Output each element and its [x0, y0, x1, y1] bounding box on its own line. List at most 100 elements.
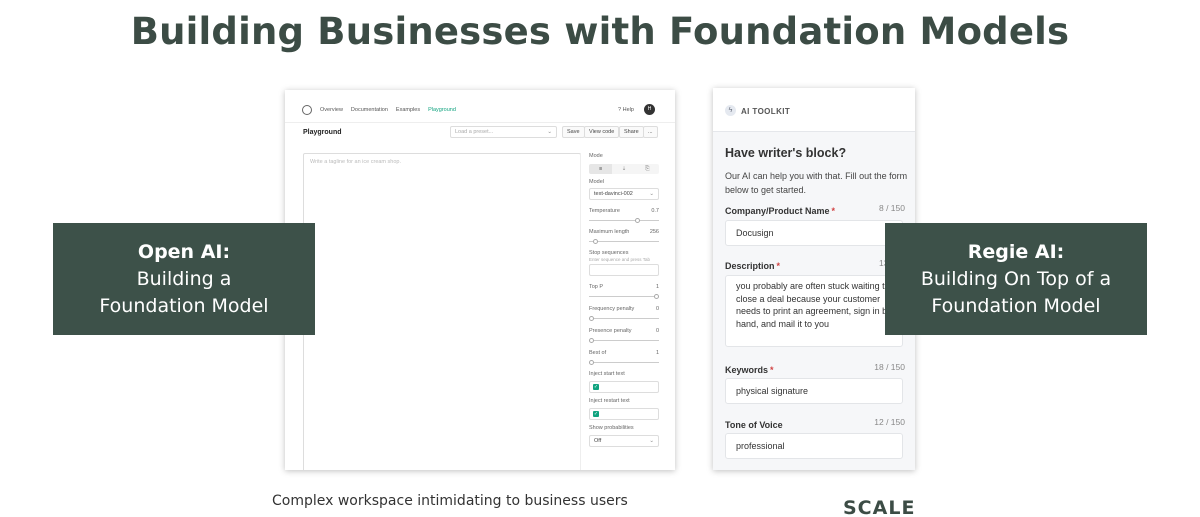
settings-sidebar: Mode ≡ ⇣ ⎘ Model text-davinci-002 ⌄ Temp…	[587, 153, 675, 470]
company-label: Company/Product Name *	[725, 206, 835, 216]
temperature-label: Temperature	[589, 208, 620, 214]
top-p-label: Top P	[589, 284, 604, 290]
slider-knob[interactable]	[592, 239, 598, 244]
keywords-input[interactable]: physical signature	[725, 378, 903, 404]
view-code-button[interactable]: View code	[584, 126, 620, 138]
required-marker: *	[770, 365, 774, 375]
temperature-value: 0.7	[651, 208, 659, 214]
help-link[interactable]: ? Help	[618, 107, 634, 113]
regie-callout-heading: Regie AI:	[967, 241, 1065, 263]
chevron-down-icon: ⌄	[649, 191, 654, 197]
nav-overview[interactable]: Overview	[320, 107, 343, 113]
openai-callout: Open AI: Building a Foundation Model	[53, 223, 315, 335]
chevron-down-icon: ⌄	[547, 129, 552, 135]
nav-links: Overview Documentation Examples Playgrou…	[320, 107, 456, 113]
temperature-slider[interactable]	[589, 218, 659, 223]
show-probabilities-select[interactable]: Off ⌄	[589, 435, 659, 447]
model-label: Model	[589, 179, 604, 185]
openai-callout-line2: Foundation Model	[99, 295, 269, 317]
best-of-slider[interactable]	[589, 360, 659, 365]
best-of-label: Best of	[589, 350, 607, 356]
complete-mode-icon[interactable]: ≡	[589, 164, 613, 174]
top-p-slider[interactable]	[589, 294, 659, 299]
model-select[interactable]: text-davinci-002 ⌄	[589, 188, 659, 200]
form-heading: Have writer's block?	[725, 146, 847, 160]
tone-label: Tone of Voice	[725, 420, 785, 430]
chevron-down-icon: ⌄	[649, 438, 654, 444]
inject-restart-input[interactable]: ✓	[589, 408, 659, 420]
keywords-label-text: Keywords	[725, 365, 769, 375]
form-subtitle: Our AI can help you with that. Fill out …	[725, 171, 908, 195]
more-button[interactable]: ...	[643, 126, 658, 138]
description-textarea[interactable]: you probably are often stuck waiting to …	[725, 275, 903, 347]
max-length-value: 256	[649, 229, 659, 235]
preset-placeholder: Load a preset...	[455, 129, 494, 135]
slider-knob[interactable]	[634, 218, 640, 223]
tone-label-text: Tone of Voice	[725, 420, 783, 430]
frequency-penalty-slider[interactable]	[589, 316, 659, 321]
max-length-label: Maximum length	[589, 229, 630, 235]
help-label: Help	[622, 107, 634, 113]
presence-penalty-slider[interactable]	[589, 338, 659, 343]
slider-knob[interactable]	[589, 338, 594, 343]
required-marker: *	[831, 206, 836, 216]
insert-mode-icon[interactable]: ⇣	[612, 164, 636, 174]
show-probabilities-label: Show probabilities	[589, 425, 634, 431]
preset-select[interactable]: Load a preset... ⌄	[450, 126, 557, 138]
share-button[interactable]: Share	[619, 126, 644, 138]
stop-sequences-label: Stop sequences	[589, 250, 629, 256]
regie-callout-line2: Foundation Model	[931, 295, 1101, 317]
tone-count: 12 / 150	[874, 417, 905, 427]
slider-knob[interactable]	[589, 360, 594, 365]
inject-start-label: Inject start text	[589, 371, 625, 377]
avatar[interactable]: H	[644, 104, 655, 115]
openai-logo-icon	[302, 105, 312, 115]
save-button[interactable]: Save	[562, 126, 585, 138]
show-probabilities-value: Off	[594, 438, 602, 444]
best-of-value: 1	[655, 350, 659, 356]
slider-knob[interactable]	[589, 316, 594, 321]
description-label: Description *	[725, 261, 780, 271]
stop-sequences-input[interactable]	[589, 264, 659, 276]
max-length-slider[interactable]	[589, 239, 659, 244]
inject-restart-label: Inject restart text	[589, 398, 630, 404]
required-marker: *	[776, 261, 781, 271]
presence-penalty-label: Presence penalty	[589, 328, 632, 334]
toolkit-header: ϟ AI TOOLKIT	[713, 88, 915, 132]
frequency-penalty-value: 0	[655, 306, 659, 312]
regie-callout-line1: Building On Top of a	[920, 268, 1112, 290]
description-label-text: Description	[725, 261, 775, 271]
frequency-penalty-label: Frequency penalty	[589, 306, 635, 312]
slider-knob[interactable]	[654, 294, 659, 299]
keywords-count: 18 / 150	[874, 362, 905, 372]
playground-nav: Overview Documentation Examples Playgrou…	[285, 90, 675, 124]
prompt-editor[interactable]: Write a tagline for an ice cream shop.	[303, 153, 581, 470]
openai-callout-heading: Open AI:	[137, 241, 231, 263]
keywords-label: Keywords *	[725, 365, 774, 375]
regie-callout: Regie AI: Building On Top of a Foundatio…	[885, 223, 1147, 335]
mode-label: Mode	[589, 153, 603, 159]
nav-examples[interactable]: Examples	[396, 107, 420, 113]
bolt-icon: ϟ	[725, 105, 736, 116]
nav-documentation[interactable]: Documentation	[351, 107, 388, 113]
tone-input[interactable]: professional	[725, 433, 903, 459]
company-label-text: Company/Product Name	[725, 206, 830, 216]
nav-playground[interactable]: Playground	[428, 107, 456, 113]
mode-switch: ≡ ⇣ ⎘	[589, 164, 659, 174]
slide-caption: Complex workspace intimidating to busine…	[272, 493, 628, 509]
stop-sequences-hint: Enter sequence and press Tab	[589, 257, 650, 262]
toolkit-label: AI TOOLKIT	[741, 107, 791, 116]
inject-start-input[interactable]: ✓	[589, 381, 659, 393]
openai-callout-line1: Building a	[136, 268, 232, 290]
check-icon[interactable]: ✓	[593, 384, 599, 390]
openai-playground-screenshot: Overview Documentation Examples Playgrou…	[285, 90, 675, 470]
check-icon[interactable]: ✓	[593, 411, 599, 417]
page-title: Playground	[303, 129, 342, 136]
company-input[interactable]: Docusign	[725, 220, 903, 246]
sidebar-divider	[580, 153, 581, 470]
model-value: text-davinci-002	[594, 191, 633, 197]
nav-divider	[285, 122, 675, 123]
edit-mode-icon[interactable]: ⎘	[635, 164, 659, 174]
presence-penalty-value: 0	[655, 328, 659, 334]
slide-title: Building Businesses with Foundation Mode…	[130, 10, 1070, 53]
